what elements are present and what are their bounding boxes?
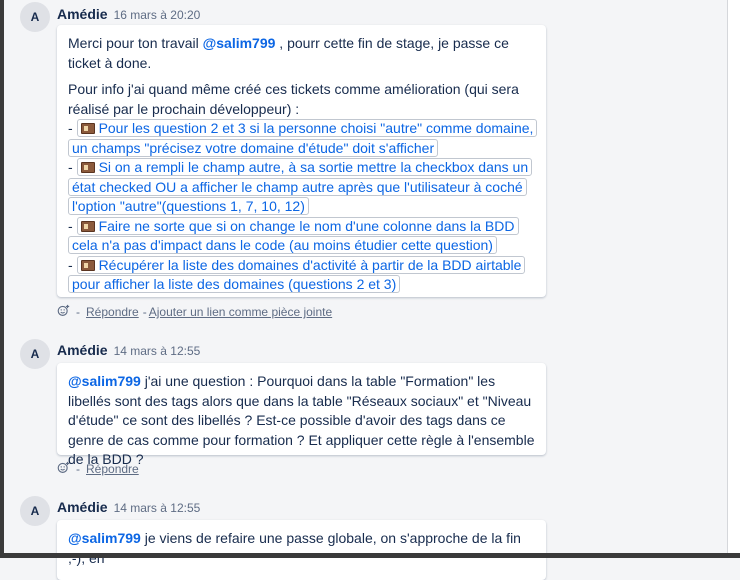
ticket-link-text: Récupérer la liste des domaines d'activi… xyxy=(72,256,522,293)
comment-time[interactable]: 14 mars à 12:55 xyxy=(114,501,201,515)
comment-body: @salim799 je viens de refaire une passe … xyxy=(57,520,546,580)
comment-text: @salim799 je viens de refaire une passe … xyxy=(68,530,521,566)
user-mention[interactable]: @salim799 xyxy=(68,373,141,389)
comment-info: Pour info j'ai quand même créé ces ticke… xyxy=(68,81,519,117)
trello-card-icon xyxy=(80,123,95,134)
ticket-link[interactable]: Pour les question 2 et 3 si la personne … xyxy=(68,119,538,157)
ticket-link-text: Si on a rempli le champ autre, à sa sort… xyxy=(72,159,529,214)
comment-actions: - Répondre xyxy=(57,461,139,477)
ticket-link[interactable]: Faire ne sorte que si on change le nom d… xyxy=(68,216,519,254)
ticket-list-item: - Récupérer la liste des domaines d'acti… xyxy=(68,255,535,295)
comment-meta: Amédie 14 mars à 12:55 xyxy=(57,342,200,360)
comment-meta: Amédie 14 mars à 12:55 xyxy=(57,499,200,517)
trello-card-icon xyxy=(80,220,95,232)
ticket-list-item: - Si on a rempli le champ autre, à sa so… xyxy=(68,158,535,217)
author-name[interactable]: Amédie xyxy=(57,499,108,515)
scrollbar-track[interactable] xyxy=(727,0,740,558)
author-name[interactable]: Amédie xyxy=(57,6,108,22)
ticket-link-text: Faire ne sorte que si on change le nom d… xyxy=(72,217,515,254)
comment-meta: Amédie 16 mars à 20:20 xyxy=(57,6,200,24)
attach-link-button[interactable]: Ajouter un lien comme pièce jointe xyxy=(149,305,332,319)
trello-card-icon xyxy=(80,162,95,173)
reply-link[interactable]: Répondre xyxy=(86,462,139,476)
user-mention[interactable]: @salim799 xyxy=(203,35,276,51)
reply-link[interactable]: Répondre xyxy=(86,305,139,319)
ticket-link[interactable]: Si on a rempli le champ autre, à sa sort… xyxy=(68,158,533,215)
action-separator: - xyxy=(142,305,147,319)
ticket-link[interactable]: Récupérer la liste des domaines d'activi… xyxy=(68,255,526,293)
ticket-link-text: Pour les question 2 et 3 si la personne … xyxy=(72,120,534,156)
comment-time[interactable]: 16 mars à 20:20 xyxy=(114,8,201,22)
avatar[interactable]: A xyxy=(20,496,50,526)
avatar[interactable]: A xyxy=(20,339,50,369)
trello-card-icon xyxy=(80,259,95,271)
comment-text: @salim799 j'ai une question : Pourquoi d… xyxy=(68,373,535,467)
ticket-list-item: - Pour les question 2 et 3 si la personn… xyxy=(68,119,538,158)
comment-body: @salim799 j'ai une question : Pourquoi d… xyxy=(57,363,546,467)
comment-time[interactable]: 14 mars à 12:55 xyxy=(114,344,201,358)
window-left-edge xyxy=(0,0,4,558)
comment-intro: Merci pour ton travail @salim799 , pourr… xyxy=(68,35,509,71)
comment-body: Merci pour ton travail @salim799 , pourr… xyxy=(57,25,546,297)
author-name[interactable]: Amédie xyxy=(57,342,108,358)
window-bottom-edge xyxy=(0,553,740,558)
action-separator: - xyxy=(76,462,80,476)
avatar[interactable]: A xyxy=(20,2,50,32)
add-reaction-icon[interactable] xyxy=(57,461,70,477)
comment-actions: - Répondre - Ajouter un lien comme pièce… xyxy=(57,304,332,320)
user-mention[interactable]: @salim799 xyxy=(68,530,141,546)
add-reaction-icon[interactable] xyxy=(57,304,70,320)
ticket-list-item: - Faire ne sorte que si on change le nom… xyxy=(68,216,535,256)
action-separator: - xyxy=(76,305,80,319)
